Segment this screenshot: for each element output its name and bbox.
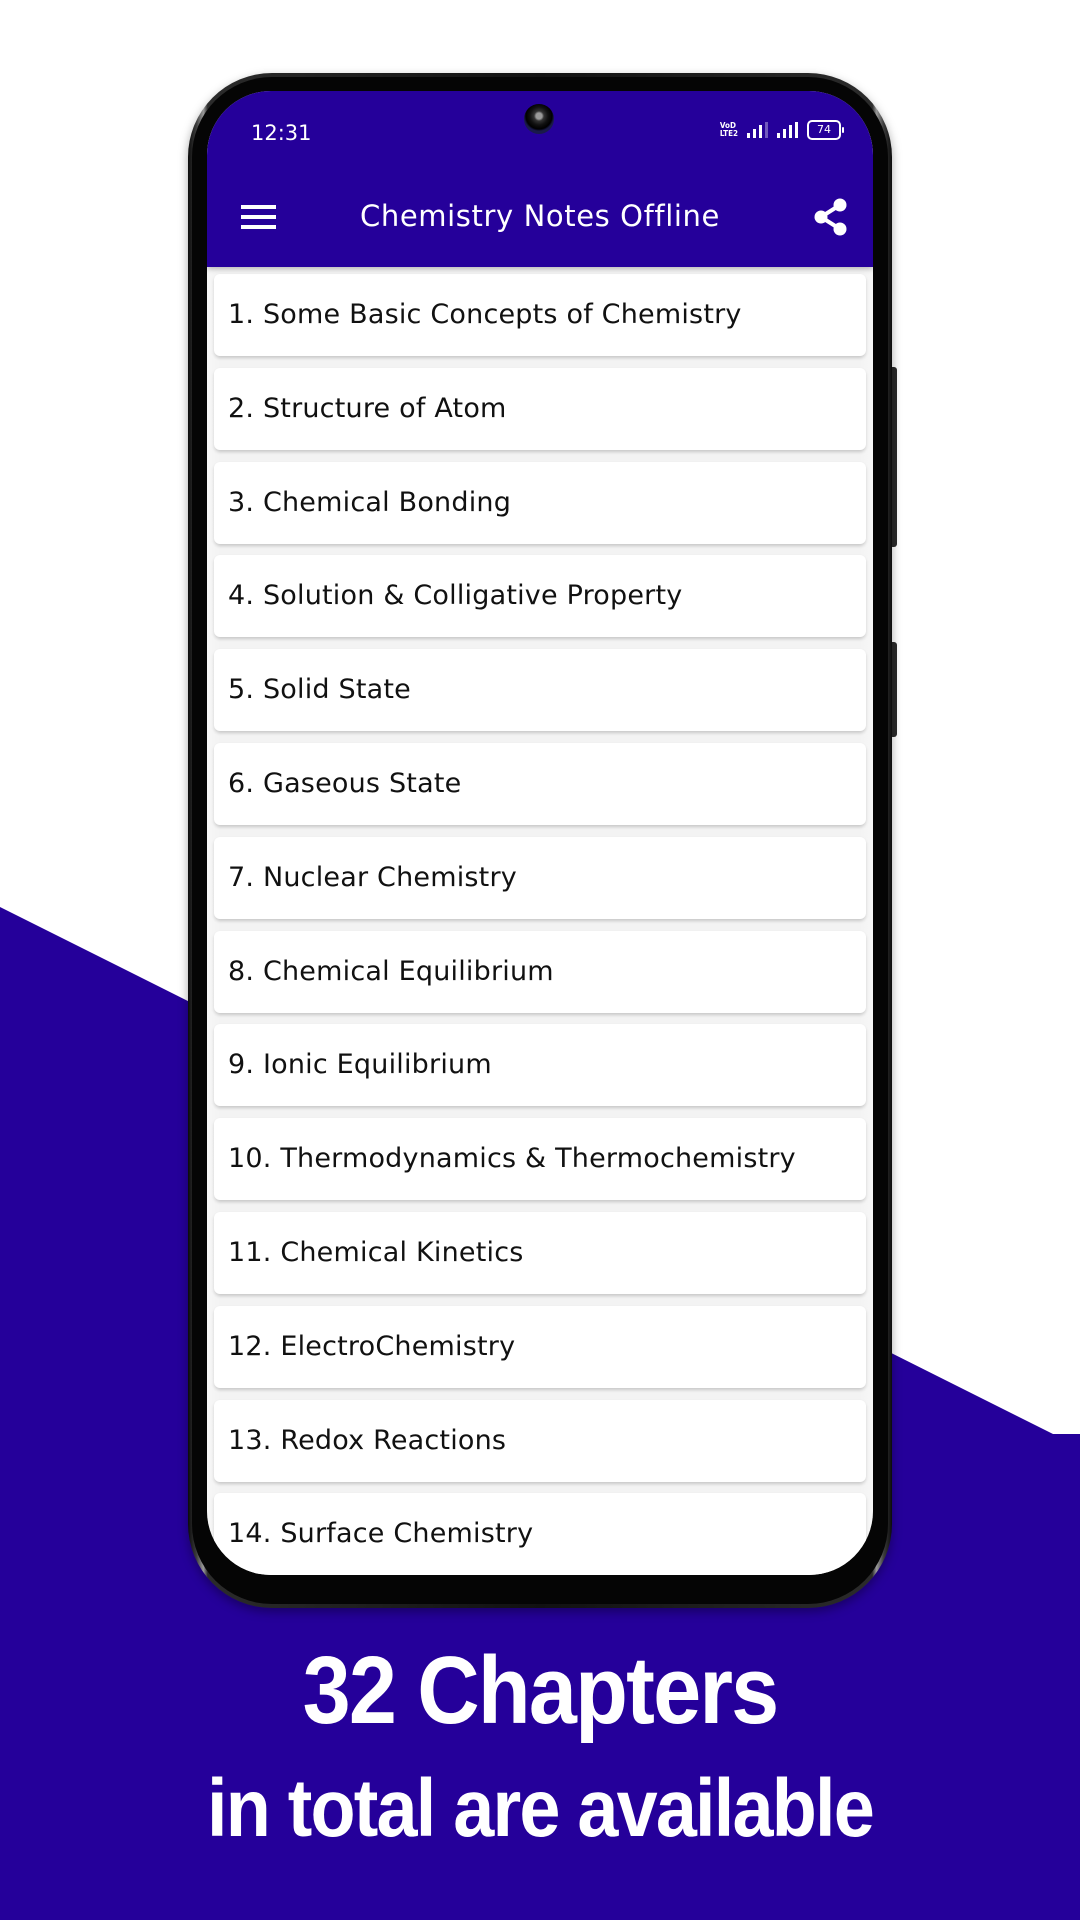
volte-label-bottom: LTE2: [719, 129, 738, 138]
app-title: Chemistry Notes Offline: [360, 199, 720, 233]
chapter-title: 1. Some Basic Concepts of Chemistry: [228, 299, 742, 330]
chapter-title: 2. Structure of Atom: [228, 392, 507, 424]
camera-punch-hole: [524, 104, 554, 134]
chapter-title: 5. Solid State: [228, 674, 411, 706]
chapter-title: 12. ElectroChemistry: [228, 1330, 516, 1362]
chapter-list-item[interactable]: 9. Ionic Equilibrium: [214, 1024, 866, 1107]
chapter-title: 8. Chemical Equilibrium: [228, 955, 554, 987]
status-bar-icons: VoD LTE2 74: [720, 118, 844, 142]
promo-subheadline: in total are available: [207, 1763, 875, 1854]
chapter-title: 11. Chemical Kinetics: [228, 1237, 524, 1268]
chapter-list-item[interactable]: 2. Structure of Atom: [214, 367, 866, 450]
phone-frame: 12:31 VoD LTE2 74 Chemistry Notes Offlin…: [188, 73, 892, 1608]
chapter-list-item[interactable]: 14. Surface Chemistry: [214, 1493, 866, 1575]
chapter-list-item[interactable]: 1. Some Basic Concepts of Chemistry: [214, 274, 866, 356]
chapter-title: 13. Redox Reactions: [228, 1424, 507, 1456]
chapter-list-item[interactable]: 4. Solution & Colligative Property: [214, 555, 866, 638]
chapter-list-item[interactable]: 10. Thermodynamics & Thermochemistry: [214, 1118, 866, 1201]
chapter-list-item[interactable]: 6. Gaseous State: [214, 743, 866, 825]
battery-level: 74: [817, 123, 831, 136]
chapter-list-item[interactable]: 12. ElectroChemistry: [214, 1305, 866, 1388]
share-button[interactable]: [811, 195, 851, 239]
phone-screen: 12:31 VoD LTE2 74 Chemistry Notes Offlin…: [207, 91, 873, 1575]
chapter-title: 10. Thermodynamics & Thermochemistry: [228, 1143, 796, 1175]
promo-headline: 32 Chapters: [302, 1637, 780, 1744]
battery-icon: 74: [807, 120, 844, 140]
chapter-title: 7. Nuclear Chemistry: [228, 861, 517, 893]
signal-icon-sim2: [777, 122, 798, 138]
volte-icon: VoD LTE2: [720, 122, 738, 138]
chapter-list-item[interactable]: 13. Redox Reactions: [214, 1399, 866, 1482]
chapter-title: 9. Ionic Equilibrium: [228, 1049, 492, 1081]
chapter-list-item[interactable]: 8. Chemical Equilibrium: [214, 930, 866, 1013]
chapter-list-item[interactable]: 5. Solid State: [214, 649, 866, 732]
chapter-title: 4. Solution & Colligative Property: [228, 580, 683, 612]
chapter-list-item[interactable]: 3. Chemical Bonding: [214, 461, 866, 544]
status-bar-time: 12:31: [251, 121, 312, 145]
chapter-title: 3. Chemical Bonding: [228, 486, 512, 518]
chapter-title: 14. Surface Chemistry: [228, 1518, 534, 1550]
share-icon: [814, 198, 847, 236]
signal-icon-sim1: [747, 122, 768, 138]
app-bar: 12:31 VoD LTE2 74 Chemistry Notes Offlin…: [207, 91, 873, 267]
chapter-title: 6. Gaseous State: [228, 768, 462, 799]
chapter-list-item[interactable]: 11. Chemical Kinetics: [214, 1212, 866, 1294]
chapter-list-item[interactable]: 7. Nuclear Chemistry: [214, 836, 866, 919]
